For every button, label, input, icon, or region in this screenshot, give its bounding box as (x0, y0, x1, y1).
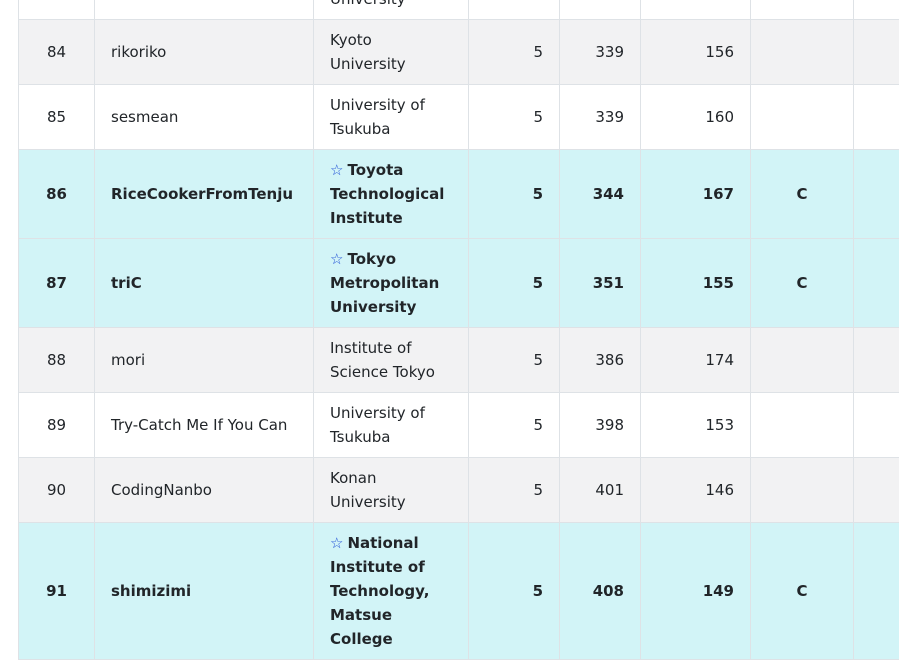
rank-cell: 90 (18, 457, 95, 523)
rank-cell (18, 0, 95, 20)
affiliation-text: Kyoto University (330, 31, 406, 73)
affiliation-cell: University of Tsukuba (313, 392, 469, 458)
prize-cell: C (750, 522, 854, 660)
affiliation-cell: ☆ Toyota Technological Institute (313, 149, 469, 239)
table-row: 89 Try-Catch Me If You Can University of T… (18, 392, 899, 458)
rank-cell: 87 (18, 238, 95, 328)
solved-cell: 5 (468, 84, 560, 150)
prize-cell (750, 327, 854, 393)
table-row: 88 mori Institute of Science Tokyo 5 386 174 (18, 327, 899, 393)
team-name-cell: mori (94, 327, 314, 393)
rank-cell: 89 (18, 392, 95, 458)
last-ac-cell: 160 (640, 84, 751, 150)
affiliation-cell: ☆ Tokyo Metropolitan University (313, 238, 469, 328)
table-row: 85 sesmean University of Tsukuba 5 339 160 (18, 84, 899, 150)
affiliation-cell: University (313, 0, 469, 20)
prize-cell (750, 84, 854, 150)
penalty-cell: 344 (559, 149, 641, 239)
team-name-cell: shimizimi (94, 522, 314, 660)
standings-table-wrapper: University84rikorikoKyoto University5339… (18, 0, 899, 660)
penalty-cell: 351 (559, 238, 641, 328)
rank-cell: 88 (18, 327, 95, 393)
team-name-cell: Try-Catch Me If You Can (94, 392, 314, 458)
team-name-cell (94, 0, 314, 20)
team-name-cell: triC (94, 238, 314, 328)
penalty-cell: 401 (559, 457, 641, 523)
affiliation-cell: University of Tsukuba (313, 84, 469, 150)
extra-cell (853, 522, 899, 660)
team-name-cell: sesmean (94, 84, 314, 150)
standings-table: University84rikorikoKyoto University5339… (18, 0, 899, 660)
affiliation-text: University of Tsukuba (330, 404, 425, 446)
team-name-cell: CodingNanbo (94, 457, 314, 523)
affiliation-cell: Kyoto University (313, 19, 469, 85)
last-ac-cell: 156 (640, 19, 751, 85)
solved-cell: 5 (468, 327, 560, 393)
affiliation-text: Konan University (330, 469, 406, 511)
penalty-cell: 339 (559, 84, 641, 150)
extra-cell (853, 238, 899, 328)
standings-body: University84rikorikoKyoto University5339… (18, 0, 899, 660)
table-row: 86 RiceCookerFromTenju ☆ Toyota Technologic… (18, 149, 899, 239)
last-ac-cell: 149 (640, 522, 751, 660)
star-icon: ☆ (330, 250, 344, 268)
penalty-cell: 386 (559, 327, 641, 393)
penalty-cell (559, 0, 641, 20)
prize-cell (750, 0, 854, 20)
solved-cell: 5 (468, 19, 560, 85)
prize-cell: C (750, 149, 854, 239)
prize-cell (750, 392, 854, 458)
extra-cell (853, 327, 899, 393)
star-icon: ☆ (330, 534, 344, 552)
affiliation-cell: ☆ National Institute of Technology, Matsu… (313, 522, 469, 660)
solved-cell: 5 (468, 457, 560, 523)
extra-cell (853, 457, 899, 523)
rank-cell: 86 (18, 149, 95, 239)
last-ac-cell (640, 0, 751, 20)
extra-cell (853, 84, 899, 150)
rank-cell: 85 (18, 84, 95, 150)
solved-cell (468, 0, 560, 20)
solved-cell: 5 (468, 238, 560, 328)
star-icon: ☆ (330, 161, 344, 179)
rank-cell: 91 (18, 522, 95, 660)
affiliation-text: University (330, 0, 406, 8)
affiliation-text: University of Tsukuba (330, 96, 425, 138)
penalty-cell: 398 (559, 392, 641, 458)
extra-cell (853, 149, 899, 239)
solved-cell: 5 (468, 392, 560, 458)
affiliation-text: Institute of Science Tokyo (330, 339, 435, 381)
table-row: 90 CodingNanbo Konan University 5 401 146 (18, 457, 899, 523)
last-ac-cell: 146 (640, 457, 751, 523)
affiliation-text: National Institute of Technology, Matsue… (330, 534, 430, 648)
extra-cell (853, 19, 899, 85)
prize-cell (750, 457, 854, 523)
extra-cell (853, 0, 899, 20)
table-row: University (18, 0, 899, 20)
team-name-cell: RiceCookerFromTenju (94, 149, 314, 239)
table-row: 84 rikoriko Kyoto University 5 339 156 (18, 19, 899, 85)
penalty-cell: 408 (559, 522, 641, 660)
prize-cell: C (750, 238, 854, 328)
team-name-cell: rikoriko (94, 19, 314, 85)
affiliation-text: Tokyo Metropolitan University (330, 250, 440, 316)
solved-cell: 5 (468, 149, 560, 239)
table-row: 91 shimizimi ☆ National Institute of Techno… (18, 522, 899, 660)
rank-cell: 84 (18, 19, 95, 85)
affiliation-cell: Institute of Science Tokyo (313, 327, 469, 393)
penalty-cell: 339 (559, 19, 641, 85)
extra-cell (853, 392, 899, 458)
affiliation-cell: Konan University (313, 457, 469, 523)
solved-cell: 5 (468, 522, 560, 660)
last-ac-cell: 167 (640, 149, 751, 239)
prize-cell (750, 19, 854, 85)
last-ac-cell: 153 (640, 392, 751, 458)
table-row: 87 triC ☆ Tokyo Metropolitan University 5 351… (18, 238, 899, 328)
affiliation-text: Toyota Technological Institute (330, 161, 445, 227)
last-ac-cell: 174 (640, 327, 751, 393)
last-ac-cell: 155 (640, 238, 751, 328)
